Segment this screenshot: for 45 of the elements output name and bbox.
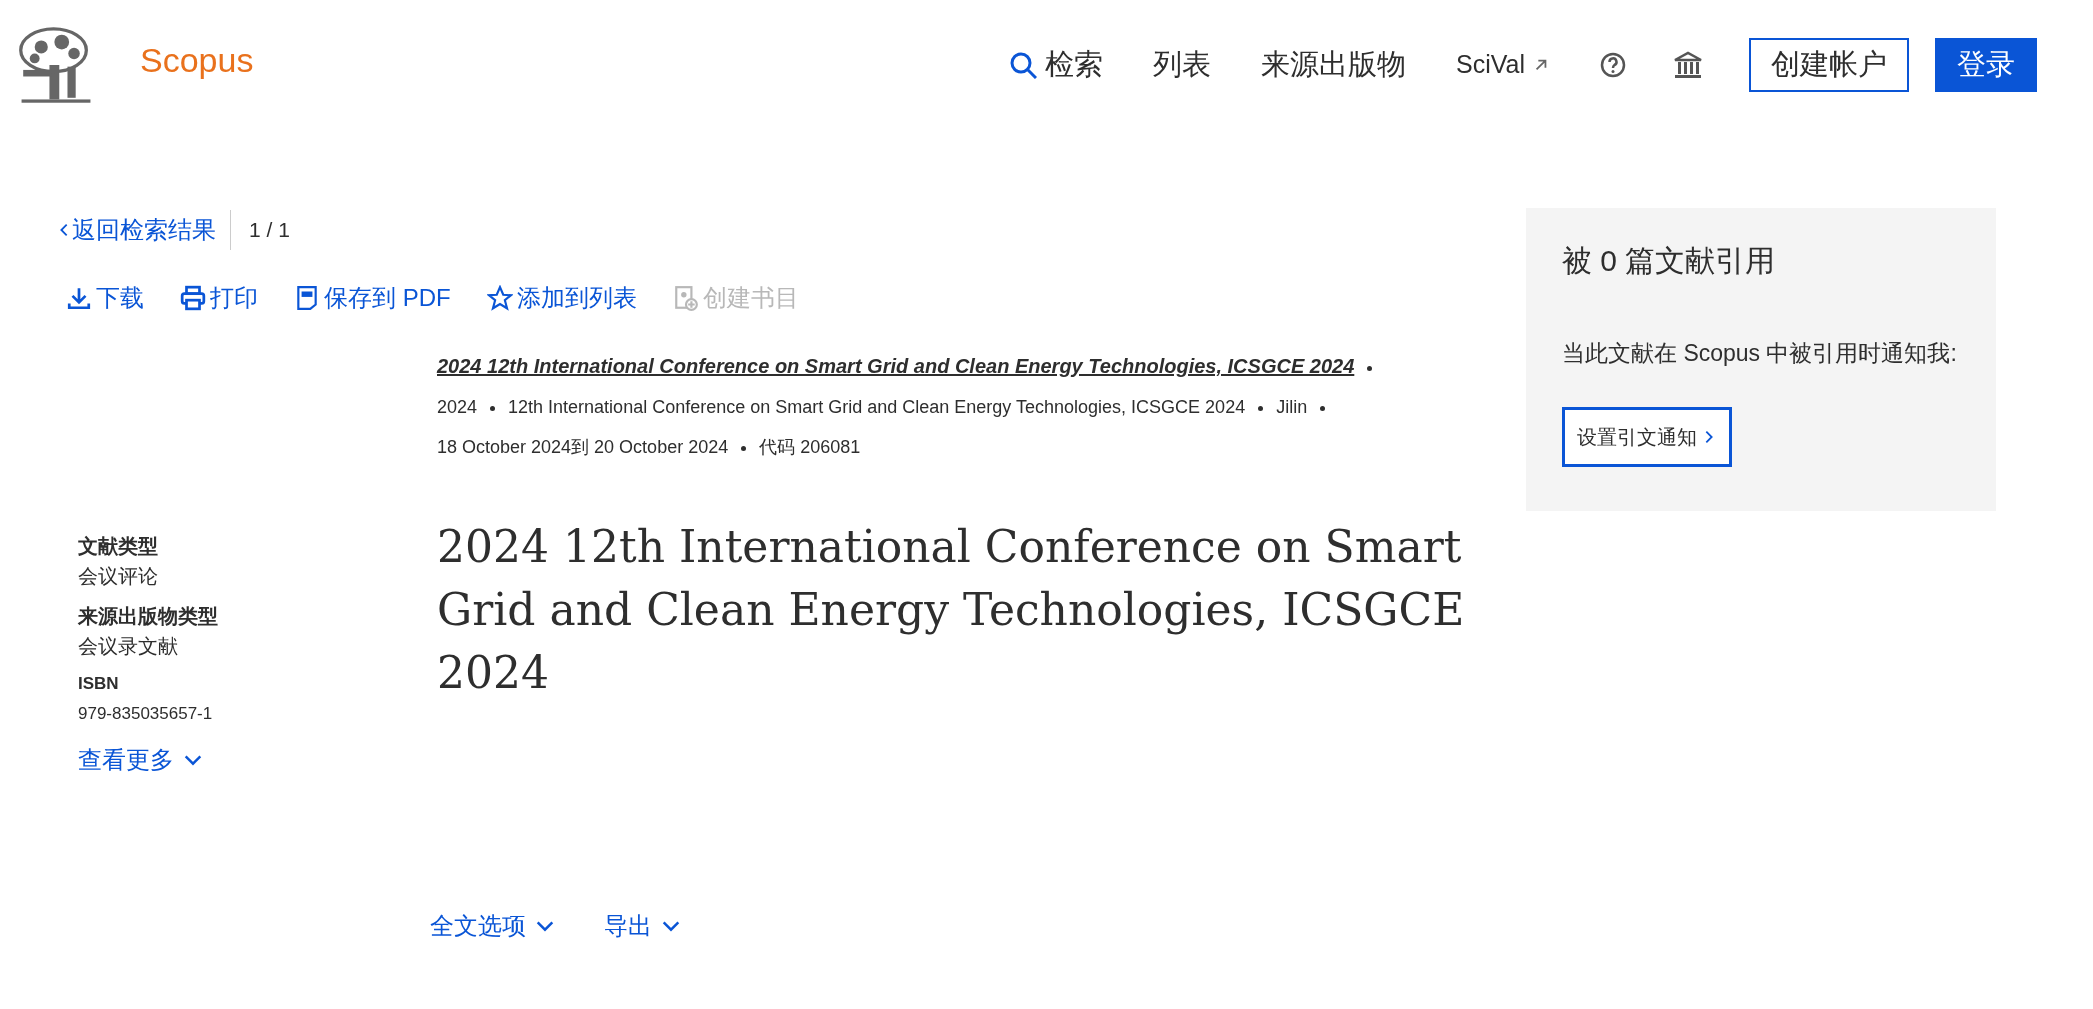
source-detail: 2024	[437, 397, 478, 417]
toolbar-button[interactable]: 打印	[180, 280, 258, 316]
bullet-separator	[1367, 365, 1373, 371]
create-account-button[interactable]: 创建帐户	[1749, 38, 1909, 92]
bullet-separator	[741, 445, 747, 451]
source-detail: 代码 206081	[759, 437, 861, 457]
show-more-link[interactable]: 查看更多	[78, 742, 204, 778]
document-icon	[294, 285, 320, 311]
meta-value: 会议录文献	[78, 634, 179, 659]
nav-link[interactable]: SciVal	[1456, 46, 1549, 84]
nav-link[interactable]: 列表	[1153, 43, 1211, 87]
panel-text: 当此文献在 Scopus 中被引用时通知我:	[1562, 339, 1958, 368]
document-plus-icon	[672, 285, 699, 311]
star-icon	[486, 285, 513, 311]
source-detail: 12th International Conference on Smart Grid and Clean Energy Technologies, ICSGCE 2024	[508, 397, 1246, 417]
meta-label: ISBN	[78, 673, 120, 695]
meta-value: 979-835035657-1	[78, 702, 214, 725]
bullet-separator	[490, 405, 496, 411]
toolbar-button[interactable]: 下载	[66, 280, 144, 316]
meta-value: 会议评论	[78, 564, 159, 589]
result-position: 1 / 1	[230, 210, 290, 250]
back-link[interactable]: 返回检索结果	[56, 212, 216, 248]
printer-icon	[180, 285, 206, 311]
dropdown-link[interactable]: 导出	[604, 908, 682, 944]
bullet-separator	[1258, 405, 1264, 411]
search-icon	[1009, 51, 1037, 79]
building-icon[interactable]	[1673, 50, 1703, 80]
source-detail: 18 October 2024到 20 October 2024	[437, 437, 729, 457]
citation-alert-button[interactable]: 设置引文通知	[1562, 407, 1732, 467]
source-title-link[interactable]: 2024 12th International Conference on Smart Grid and Clean Energy Technologies, ICSGCE 2024	[437, 355, 1355, 377]
external-arrow-icon	[1533, 57, 1549, 73]
toolbar-button[interactable]: 保存到 PDF	[294, 280, 451, 316]
meta-label: 文献类型	[78, 534, 159, 559]
nav-link[interactable]: 检索	[1009, 43, 1103, 87]
meta-label: 来源出版物类型	[78, 604, 219, 629]
nav-link[interactable]: 来源出版物	[1261, 43, 1406, 87]
panel-heading: 被 0 篇文献引用	[1562, 243, 1777, 279]
dropdown-link[interactable]: 全文选项	[430, 908, 556, 944]
document-title: 2024 12th International Conference on Smart Grid and Clean Energy Technologies, ICSGCE 2024	[437, 520, 1466, 700]
source-detail: Jilin	[1276, 397, 1308, 417]
download-icon	[66, 285, 92, 311]
toolbar-button[interactable]: 添加到列表	[486, 280, 637, 316]
help-icon[interactable]	[1599, 51, 1627, 79]
bullet-separator	[1320, 405, 1326, 411]
sign-in-button[interactable]: 登录	[1935, 38, 2037, 92]
